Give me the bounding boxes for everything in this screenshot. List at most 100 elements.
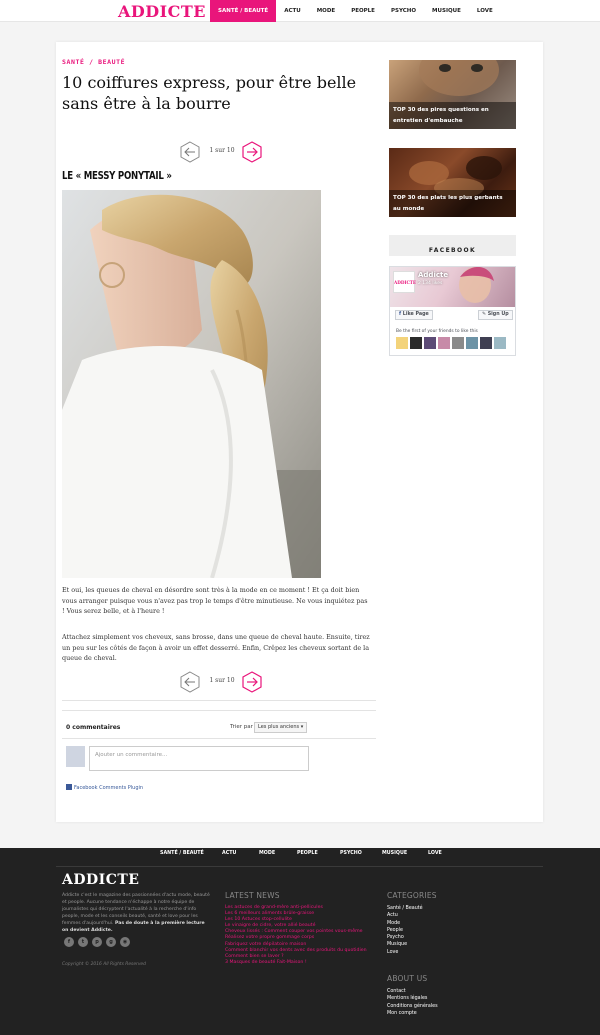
nav-item-mode[interactable]: MODE bbox=[309, 0, 343, 22]
sort-select[interactable]: Les plus anciens ▾ bbox=[254, 722, 307, 733]
nav-item-actu[interactable]: ACTU bbox=[276, 0, 309, 22]
arrow-left-icon[interactable] bbox=[180, 671, 200, 693]
footer-nav-mode[interactable]: MODE bbox=[259, 851, 275, 856]
category-link[interactable]: Mode bbox=[387, 920, 423, 927]
about-us-title: ABOUT US bbox=[387, 974, 428, 983]
friend-avatar[interactable] bbox=[452, 337, 464, 349]
friend-avatar[interactable] bbox=[410, 337, 422, 349]
like-page-label: Like Page bbox=[402, 312, 429, 317]
arrow-left-icon[interactable] bbox=[180, 141, 200, 163]
facebook-page-name[interactable]: Addicte bbox=[418, 271, 448, 279]
facebook-friends-text: Be the first of your friends to like thi… bbox=[396, 329, 478, 334]
sidebar-card-caption: TOP 30 des plats les plus gerbants au mo… bbox=[389, 190, 516, 217]
twitter-icon[interactable]: t bbox=[78, 937, 88, 947]
plugin-label: Facebook Comments Plugin bbox=[74, 785, 144, 791]
footer-nav-sante-beaute[interactable]: SANTÉ / BEAUTÉ bbox=[160, 851, 204, 856]
footer-nav: SANTÉ / BEAUTÉ ACTU MODE PEOPLE PSYCHO M… bbox=[0, 851, 600, 861]
footer-divider bbox=[56, 866, 543, 867]
category-link[interactable]: Musique bbox=[387, 941, 423, 948]
signup-button[interactable]: ✎ Sign Up bbox=[478, 310, 513, 320]
facebook-section-heading: FACEBOOK bbox=[389, 235, 516, 256]
nav-item-sante-beaute[interactable]: SANTÉ / BEAUTÉ bbox=[210, 0, 277, 22]
nav-item-people[interactable]: PEOPLE bbox=[343, 0, 383, 22]
ponytail-photo-illustration bbox=[62, 190, 321, 578]
sort-value: Les plus anciens bbox=[258, 724, 300, 730]
nav-item-love[interactable]: LOVE bbox=[469, 0, 501, 22]
footer-nav-psycho[interactable]: PSYCHO bbox=[340, 851, 362, 856]
pinterest-icon[interactable]: p bbox=[92, 937, 102, 947]
friend-faces bbox=[396, 337, 506, 349]
signup-label: Sign Up bbox=[487, 312, 509, 317]
facebook-page-widget: ADDICTE Addicte 2 134 likes f Like Page … bbox=[389, 266, 516, 356]
facebook-icon[interactable]: f bbox=[64, 937, 74, 947]
copyright: Copyright © 2016 All Rights Reserved bbox=[62, 962, 146, 967]
comment-input[interactable]: Ajouter un commentaire... bbox=[89, 746, 309, 771]
slide-heading: LE « MESSY PONYTAIL » bbox=[62, 170, 172, 182]
friend-avatar[interactable] bbox=[480, 337, 492, 349]
header-bar: ADDICTE SANTÉ / BEAUTÉ ACTU MODE PEOPLE … bbox=[0, 0, 600, 22]
facebook-icon: f bbox=[399, 312, 402, 317]
category-link[interactable]: Psycho bbox=[387, 934, 423, 941]
sidebar-article-card[interactable]: TOP 30 des pires questions en entretien … bbox=[389, 60, 516, 129]
category-link[interactable]: Love bbox=[387, 949, 423, 956]
facebook-comments-plugin-link[interactable]: Facebook Comments Plugin bbox=[66, 784, 143, 791]
googleplus-icon[interactable]: g bbox=[106, 937, 116, 947]
facebook-page-logo[interactable]: ADDICTE bbox=[393, 271, 416, 293]
friend-avatar[interactable] bbox=[494, 337, 506, 349]
pager-top: 1 sur 10 bbox=[180, 141, 262, 163]
about-link[interactable]: Mon compte bbox=[387, 1010, 438, 1017]
friend-avatar[interactable] bbox=[424, 337, 436, 349]
sidebar-article-card[interactable]: TOP 30 des plats les plus gerbants au mo… bbox=[389, 148, 516, 217]
about-link[interactable]: Mentions légales bbox=[387, 995, 438, 1002]
pager-bottom: 1 sur 10 bbox=[180, 671, 262, 693]
comments-count: 0 commentaires bbox=[66, 724, 121, 731]
article-paragraph-2: Attachez simplement vos cheveux, sans br… bbox=[62, 633, 370, 662]
news-link[interactable]: 3 Masques de beauté Fait-Maison ! bbox=[225, 960, 375, 966]
friend-avatar[interactable] bbox=[396, 337, 408, 349]
main-nav: SANTÉ / BEAUTÉ ACTU MODE PEOPLE PSYCHO M… bbox=[210, 0, 501, 22]
sort-label: Trier par bbox=[230, 724, 253, 730]
about-link[interactable]: Conditions générales bbox=[387, 1003, 438, 1010]
avatar bbox=[66, 746, 85, 767]
nav-item-musique[interactable]: MUSIQUE bbox=[424, 0, 469, 22]
category-link[interactable]: Actu bbox=[387, 912, 423, 919]
sidebar-card-caption: TOP 30 des pires questions en entretien … bbox=[389, 102, 516, 129]
facebook-icon bbox=[66, 784, 72, 790]
footer-about: Addicte c'est le magazine des passionnée… bbox=[62, 892, 212, 934]
divider bbox=[62, 710, 376, 711]
arrow-right-icon[interactable] bbox=[242, 141, 262, 163]
pager-count: 1 sur 10 bbox=[209, 677, 235, 684]
pencil-icon: ✎ bbox=[482, 312, 487, 317]
arrow-right-icon[interactable] bbox=[242, 671, 262, 693]
site-logo[interactable]: ADDICTE bbox=[118, 2, 206, 21]
footer-nav-actu[interactable]: ACTU bbox=[222, 851, 236, 856]
category-link[interactable]: People bbox=[387, 927, 423, 934]
categories-list: Santé / Beauté Actu Mode People Psycho M… bbox=[387, 905, 423, 956]
article-photo bbox=[62, 190, 321, 578]
like-page-button[interactable]: f Like Page bbox=[395, 310, 433, 320]
facebook-page-likes: 2 134 likes bbox=[418, 281, 443, 286]
article-paragraph-1: Et oui, les queues de cheval en désordre… bbox=[62, 586, 368, 615]
footer-logo[interactable]: ADDICTE bbox=[62, 872, 139, 888]
facebook-cover: ADDICTE Addicte 2 134 likes bbox=[390, 267, 515, 307]
article-category[interactable]: SANTÉ / BEAUTÉ bbox=[62, 58, 125, 66]
category-link[interactable]: Santé / Beauté bbox=[387, 905, 423, 912]
about-us-list: Contact Mentions légales Conditions géné… bbox=[387, 988, 438, 1017]
rss-icon[interactable]: ◉ bbox=[120, 937, 130, 947]
footer-nav-musique[interactable]: MUSIQUE bbox=[382, 851, 407, 856]
pager-count: 1 sur 10 bbox=[209, 147, 235, 154]
divider bbox=[62, 738, 376, 739]
footer-nav-people[interactable]: PEOPLE bbox=[297, 851, 318, 856]
friend-avatar[interactable] bbox=[466, 337, 478, 349]
news-link[interactable]: Comment blanchir vos dents avec des prod… bbox=[225, 948, 375, 954]
latest-news-list: Les astuces de grand-mère anti-pellicule… bbox=[225, 905, 375, 966]
latest-news-title: LATEST NEWS bbox=[225, 891, 280, 900]
friend-avatar[interactable] bbox=[438, 337, 450, 349]
categories-title: CATEGORIES bbox=[387, 891, 437, 900]
social-links: f t p g ◉ bbox=[64, 937, 130, 947]
about-link[interactable]: Contact bbox=[387, 988, 438, 995]
article-title: 10 coiffures express, pour être belle sa… bbox=[62, 73, 357, 113]
nav-item-psycho[interactable]: PSYCHO bbox=[383, 0, 424, 22]
divider bbox=[62, 700, 376, 701]
footer-nav-love[interactable]: LOVE bbox=[428, 851, 442, 856]
